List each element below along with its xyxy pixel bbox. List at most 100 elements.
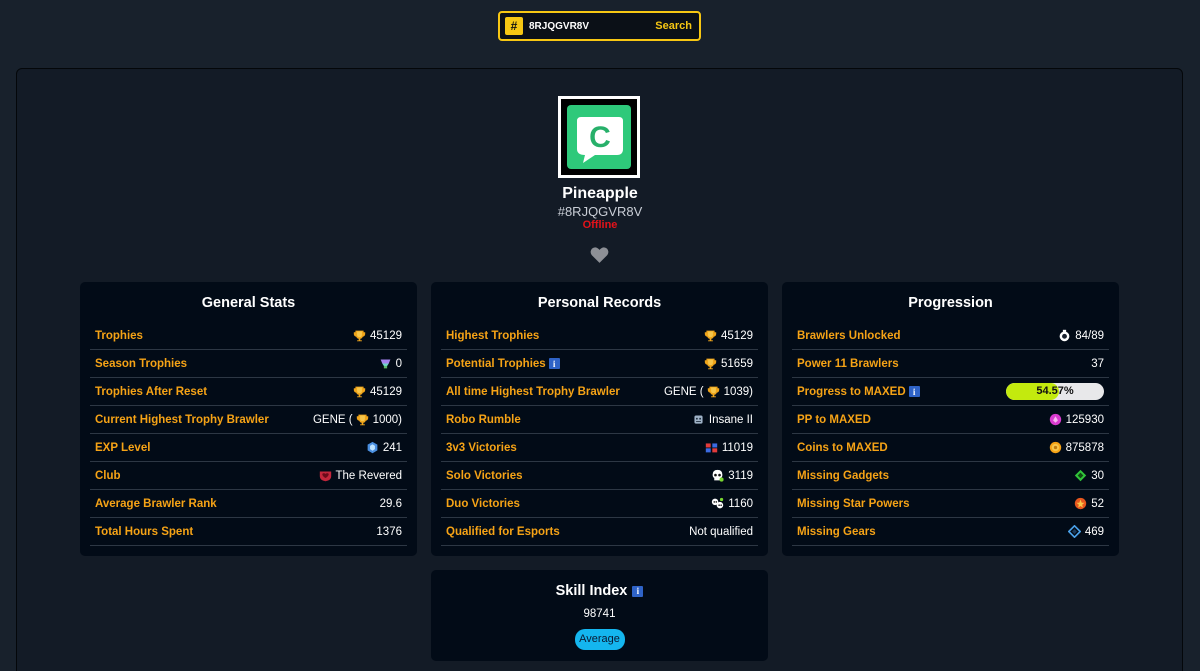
stat-row-club: Club The Revered [90,462,407,490]
record-value: 3119 [728,469,753,482]
record-value-prefix: GENE ( [663,385,704,398]
stat-value: 1376 [376,525,402,538]
progress-value: 125930 [1065,413,1104,426]
favorite-heart-icon[interactable] [590,246,609,264]
progress-label: Missing Star Powers [797,497,910,510]
stat-row-season-trophies: Season Trophies 0 [90,350,407,378]
progress-value: 52 [1091,497,1104,510]
progress-row-power11: Power 11 Brawlers 37 [792,350,1109,378]
player-icon: C [567,105,631,169]
trophy-icon [704,357,717,370]
record-value: 1039) [723,385,753,398]
player-name: Pineapple [562,185,638,202]
search-button[interactable]: Search [655,20,692,32]
stat-label: Trophies [95,329,143,342]
stat-label: Trophies After Reset [95,385,208,398]
progress-value: 875878 [1065,441,1104,454]
progress-label: Missing Gears [797,525,876,538]
info-icon[interactable]: i [908,386,920,397]
skull-icon [711,469,724,482]
robo-icon [692,413,705,426]
skill-index-card: Skill Index i 98741 Average [431,570,768,661]
gear-icon [1068,525,1081,538]
stat-value: 45129 [370,385,402,398]
club-badge-icon [319,469,332,482]
record-row-3v3-victories: 3v3 Victories 11019 [441,434,758,462]
progress-row-brawlers-unlocked: Brawlers Unlocked 84/89 [792,322,1109,350]
progress-row-pp: PP to MAXED 125930 [792,406,1109,434]
hash-icon: # [505,17,523,35]
search-input[interactable] [529,20,649,32]
trophy-icon [353,329,366,342]
progress-label: Progress to MAXED [797,385,906,398]
stat-value-prefix: GENE ( [312,413,353,426]
stat-value: 29.6 [379,497,402,510]
record-value: 11019 [721,441,753,454]
stat-label: Season Trophies [95,357,188,370]
stat-row-average-rank: Average Brawler Rank 29.6 [90,490,407,518]
power-point-icon [1049,413,1062,426]
progress-row-maxed: Progress to MAXED i 54.57% [792,378,1109,406]
progression-card: Progression Brawlers Unlocked 84/89 Powe… [782,282,1119,556]
skill-index-title: Skill Index [555,583,628,599]
general-stats-card: General Stats Trophies 45129 Season Trop… [80,282,417,556]
player-tag: #8RJQGVR8V [557,204,643,219]
general-stats-title: General Stats [201,295,296,311]
progress-value: 469 [1084,525,1104,538]
record-row-robo-rumble: Robo Rumble Insane II [441,406,758,434]
record-label: Duo Victories [446,497,520,510]
record-value: Insane II [708,413,753,426]
trophy-icon [353,385,366,398]
progress-value: 37 [1091,357,1104,370]
stat-label: Club [95,469,121,482]
progress-label: PP to MAXED [797,413,871,426]
skill-index-value: 98741 [583,608,616,620]
record-label: Solo Victories [446,469,523,482]
stat-label: Current Highest Trophy Brawler [95,413,269,426]
record-value: 45129 [721,329,753,342]
star-power-icon [1074,497,1087,510]
progress-label: Brawlers Unlocked [797,329,901,342]
trophy-icon [356,413,369,426]
maxed-progress-bar: 54.57% [1006,383,1104,400]
progress-label: Missing Gadgets [797,469,890,482]
avatar: C [558,96,640,178]
club-link[interactable]: The Revered [336,470,402,482]
duo-skull-icon [711,497,724,510]
record-row-duo-victories: Duo Victories 1160 [441,490,758,518]
stat-label: Total Hours Spent [95,525,194,538]
player-icon-letter: C [589,121,611,154]
progress-row-coins: Coins to MAXED 875878 [792,434,1109,462]
stat-value: 1000) [372,413,402,426]
3v3-icon [705,441,718,454]
record-row-solo-victories: Solo Victories 3119 [441,462,758,490]
skill-rating-badge: Average [574,629,625,650]
stat-label: Average Brawler Rank [95,497,217,510]
record-label: Qualified for Esports [446,525,560,538]
record-label: Highest Trophies [446,329,540,342]
stat-row-trophies-after-reset: Trophies After Reset 45129 [90,378,407,406]
info-icon[interactable]: i [548,358,560,369]
season-trophy-icon [379,357,392,370]
progress-label: Coins to MAXED [797,441,888,454]
record-value: 1160 [728,497,753,510]
trophy-icon [707,385,720,398]
stat-row-trophies: Trophies 45129 [90,322,407,350]
personal-records-title: Personal Records [537,295,662,311]
info-icon[interactable]: i [632,585,644,597]
online-status: Offline [582,219,618,231]
record-label: Robo Rumble [446,413,521,426]
progress-value: 84/89 [1075,329,1104,342]
stat-row-highest-brawler: Current Highest Trophy Brawler GENE ( 100… [90,406,407,434]
record-row-esports: Qualified for Esports Not qualified [441,518,758,546]
stat-value: 0 [395,357,402,370]
search-bar: # Search [498,11,701,41]
stat-value: 45129 [370,329,402,342]
stat-label: EXP Level [95,441,151,454]
stat-value: 241 [382,441,402,454]
stat-row-exp-level: EXP Level 241 [90,434,407,462]
brawler-icon [1058,329,1071,342]
record-label: All time Highest Trophy Brawler [446,385,620,398]
progress-row-gears: Missing Gears 469 [792,518,1109,546]
stat-row-total-hours: Total Hours Spent 1376 [90,518,407,546]
